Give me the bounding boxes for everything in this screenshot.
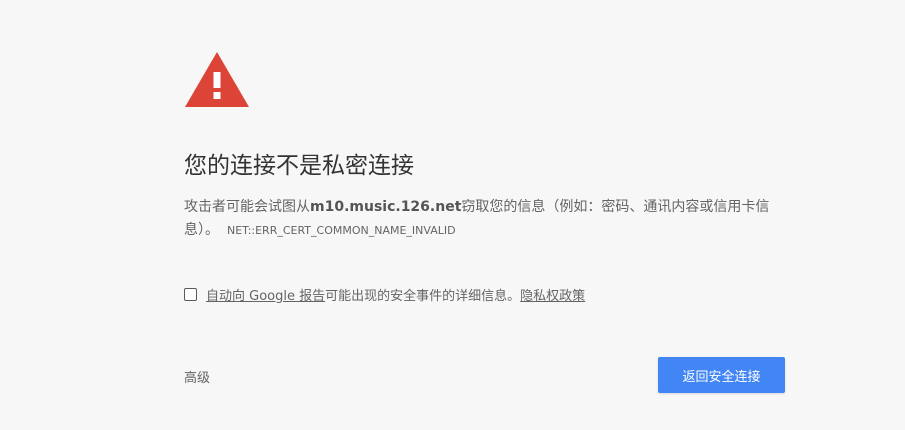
host-name: m10.music.126.net (310, 199, 462, 215)
back-to-safety-button[interactable]: 返回安全连接 (658, 357, 785, 393)
advanced-button[interactable]: 高级 (184, 367, 210, 386)
report-text: 可能出现的安全事件的详细信息。 (325, 289, 521, 304)
report-link[interactable]: 自动向 Google 报告 (206, 285, 325, 304)
report-option: 自动向 Google 报告 可能出现的安全事件的详细信息。 隐私权政策 (184, 285, 585, 304)
warning-icon (185, 52, 249, 107)
page-title: 您的连接不是私密连接 (184, 153, 414, 179)
interstitial-page: 您的连接不是私密连接 攻击者可能会试图从m10.music.126.net窃取您… (0, 0, 905, 430)
error-description: 攻击者可能会试图从m10.music.126.net窃取您的信息（例如：密码、通… (184, 196, 794, 242)
report-checkbox[interactable] (184, 288, 197, 301)
privacy-policy-link[interactable]: 隐私权政策 (520, 285, 585, 304)
error-code: NET::ERR_CERT_COMMON_NAME_INVALID (227, 224, 456, 237)
description-prefix: 攻击者可能会试图从 (184, 199, 310, 215)
